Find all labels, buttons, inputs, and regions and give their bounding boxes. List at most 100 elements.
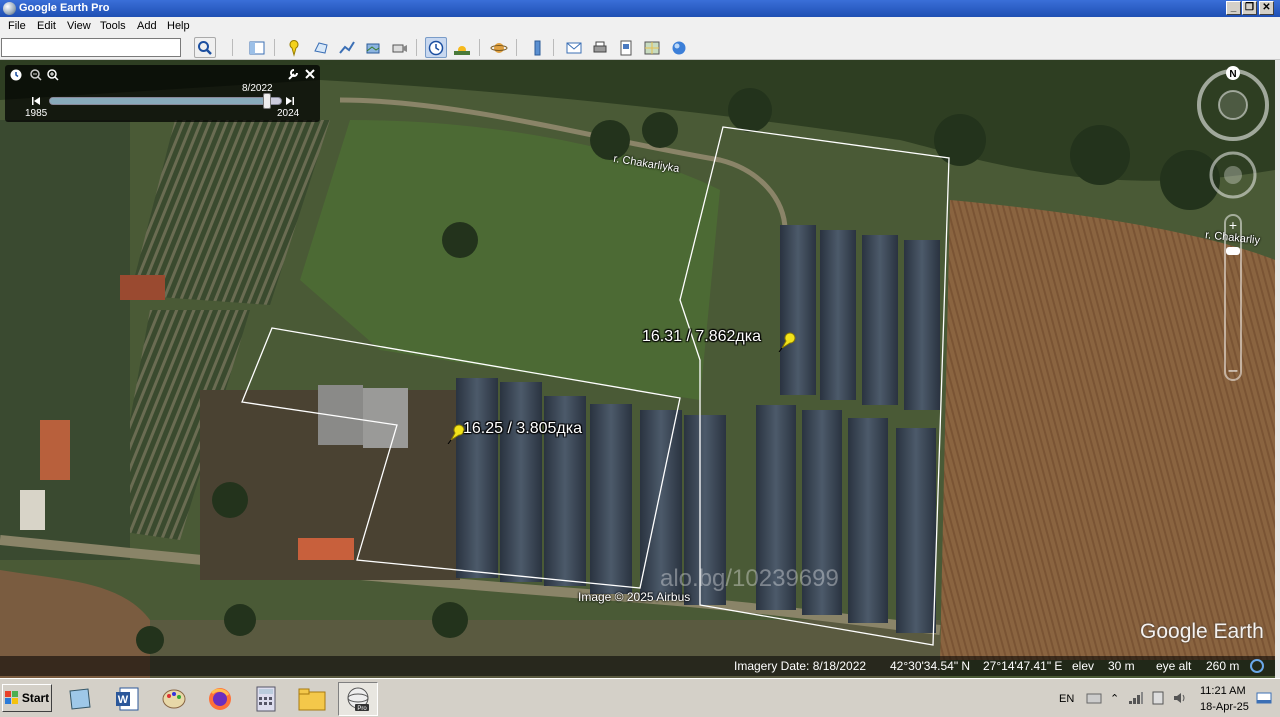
imagery-date: Imagery Date: 8/18/2022 xyxy=(734,659,867,673)
sidebar-button[interactable] xyxy=(246,37,268,58)
tray-expand-icon[interactable]: ⌃ xyxy=(1110,692,1119,705)
notification-icon[interactable] xyxy=(1256,691,1272,705)
zoom-out-time-icon[interactable] xyxy=(29,68,43,82)
google-earth-logo: Google Earth xyxy=(1140,620,1264,643)
placemark-icon xyxy=(289,39,299,57)
earth-icon xyxy=(672,41,686,54)
menu-view[interactable]: View xyxy=(67,20,91,32)
menu-add[interactable]: Add xyxy=(137,20,157,32)
svg-text:W: W xyxy=(118,694,129,706)
start-button[interactable]: Start xyxy=(2,684,52,712)
folder-icon xyxy=(298,688,326,711)
add-placemark-button[interactable] xyxy=(283,37,305,58)
windows-logo-icon xyxy=(4,691,18,704)
add-path-button[interactable] xyxy=(336,37,358,58)
taskbar-calculator[interactable] xyxy=(246,682,286,716)
record-tour-button[interactable] xyxy=(389,37,411,58)
skip-forward-icon[interactable] xyxy=(285,96,295,106)
keyboard-icon[interactable] xyxy=(1086,691,1102,705)
menu-edit[interactable]: Edit xyxy=(37,20,56,32)
taskbar-word[interactable]: W xyxy=(108,682,148,716)
taskbar-paint[interactable] xyxy=(154,682,194,716)
planets-button[interactable] xyxy=(488,37,510,58)
firefox-icon xyxy=(209,688,231,710)
taskbar-show-desktop[interactable] xyxy=(60,682,100,716)
language-indicator[interactable]: EN xyxy=(1059,693,1074,705)
maps-icon xyxy=(644,41,660,54)
close-icon[interactable] xyxy=(304,68,316,80)
google-earth-icon xyxy=(3,2,16,15)
eye-alt-value: 260 m xyxy=(1206,659,1240,673)
desktop-icon xyxy=(69,688,91,710)
timeline-thumb[interactable] xyxy=(263,93,272,109)
calculator-icon xyxy=(256,686,276,712)
close-button[interactable]: ✕ xyxy=(1259,1,1274,15)
polygon-icon xyxy=(314,41,328,54)
taskbar-explorer[interactable] xyxy=(292,682,332,716)
placemark-label[interactable]: 16.25 / 3.805дка xyxy=(463,420,582,438)
menu-tools[interactable]: Tools xyxy=(100,20,126,32)
zoom-out-icon[interactable]: – xyxy=(1229,362,1238,379)
add-overlay-button[interactable] xyxy=(362,37,384,58)
taskbar-google-earth[interactable]: Pro xyxy=(338,682,378,716)
skip-back-icon[interactable] xyxy=(31,96,41,106)
zoom-slider[interactable] xyxy=(1224,214,1242,381)
longitude: 27°14'47.41" E xyxy=(983,659,1063,673)
watermark: alo.bg/10239699 xyxy=(660,565,839,592)
end-year-label: 2024 xyxy=(277,108,300,119)
ruler-button[interactable] xyxy=(526,37,548,58)
device-icon[interactable] xyxy=(1150,691,1166,705)
sidebar-icon xyxy=(249,41,265,54)
clock-date[interactable]: 18-Apr-25 xyxy=(1200,701,1249,713)
status-bar: Imagery Date: 8/18/2022 42°30'34.54" N 2… xyxy=(0,656,1275,676)
title-bar: Google Earth Pro _ ❐ ✕ xyxy=(0,0,1280,17)
zoom-in-icon[interactable]: + xyxy=(1229,217,1237,233)
imagery-copyright: Image © 2025 Airbus xyxy=(578,590,691,604)
search-input[interactable] xyxy=(1,38,181,57)
minimize-button[interactable]: _ xyxy=(1226,1,1241,15)
taskbar-firefox[interactable] xyxy=(200,682,240,716)
latitude: 42°30'34.54" N xyxy=(890,659,971,673)
menu-file[interactable]: File xyxy=(8,20,26,32)
elevation-value: 30 m xyxy=(1108,659,1135,673)
zoom-in-time-icon[interactable] xyxy=(46,68,60,82)
network-icon[interactable] xyxy=(1128,691,1144,705)
navigation-control[interactable]: N + – xyxy=(1195,65,1275,395)
overlay-icon xyxy=(366,43,380,53)
svg-text:Pro: Pro xyxy=(357,706,367,712)
placemark-pin-icon[interactable] xyxy=(778,330,796,352)
historical-imagery-button[interactable] xyxy=(425,37,447,58)
clock-time[interactable]: 11:21 AM xyxy=(1200,685,1246,697)
email-button[interactable] xyxy=(563,37,585,58)
placemark-label[interactable]: 16.31 / 7.862дка xyxy=(642,328,761,346)
sun-icon xyxy=(454,45,470,55)
email-icon xyxy=(566,42,582,53)
clock-icon[interactable] xyxy=(9,68,23,82)
add-polygon-button[interactable] xyxy=(310,37,332,58)
menu-help[interactable]: Help xyxy=(167,20,190,32)
zoom-thumb[interactable] xyxy=(1226,247,1240,255)
maximize-button[interactable]: ❐ xyxy=(1242,1,1257,15)
timeline-track[interactable] xyxy=(49,93,282,109)
save-image-icon xyxy=(620,40,632,55)
look-joystick-icon[interactable] xyxy=(1218,90,1248,120)
historical-imagery-icon xyxy=(428,40,444,55)
google-maps-button[interactable] xyxy=(641,37,663,58)
satellite-imagery xyxy=(0,60,1275,678)
sunlight-button[interactable] xyxy=(451,37,473,58)
search-button[interactable] xyxy=(194,37,216,58)
volume-icon[interactable] xyxy=(1172,691,1188,705)
scrollbar[interactable] xyxy=(1275,60,1280,678)
earth-gallery-button[interactable] xyxy=(668,37,690,58)
print-icon xyxy=(593,41,607,52)
search-icon xyxy=(198,40,212,55)
print-button[interactable] xyxy=(589,37,611,58)
tour-icon xyxy=(392,44,407,52)
settings-wrench-icon[interactable] xyxy=(286,68,299,81)
save-image-button[interactable] xyxy=(615,37,637,58)
eye-alt-label: eye alt xyxy=(1156,659,1192,673)
taskbar: Start W Pro EN ⌃ 11:21 AM 18-Apr-25 xyxy=(0,678,1280,717)
google-earth-pro-icon: Pro xyxy=(347,687,369,712)
map-view[interactable]: r. Chakarliyka r. Chakarliy 16.31 / 7.86… xyxy=(0,60,1275,678)
start-year-label: 1985 xyxy=(25,108,48,119)
